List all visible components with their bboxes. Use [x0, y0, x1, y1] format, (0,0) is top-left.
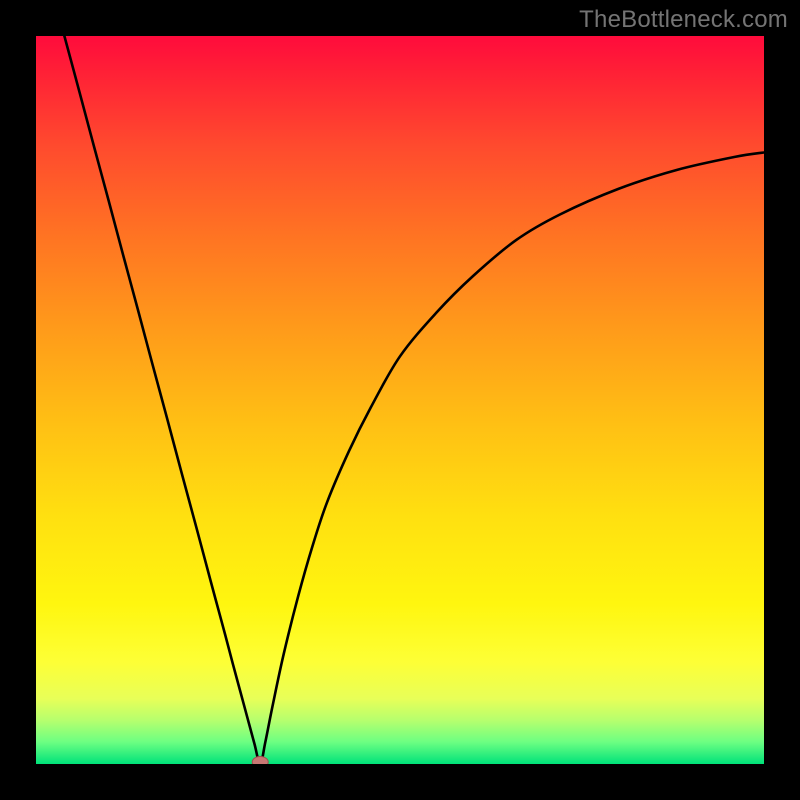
- plot-area: [36, 36, 764, 764]
- watermark-text: TheBottleneck.com: [579, 6, 788, 34]
- chart-frame: TheBottleneck.com: [0, 0, 800, 800]
- curve-layer: [36, 36, 764, 764]
- bottleneck-curve: [64, 36, 764, 764]
- minimum-marker: [252, 757, 268, 765]
